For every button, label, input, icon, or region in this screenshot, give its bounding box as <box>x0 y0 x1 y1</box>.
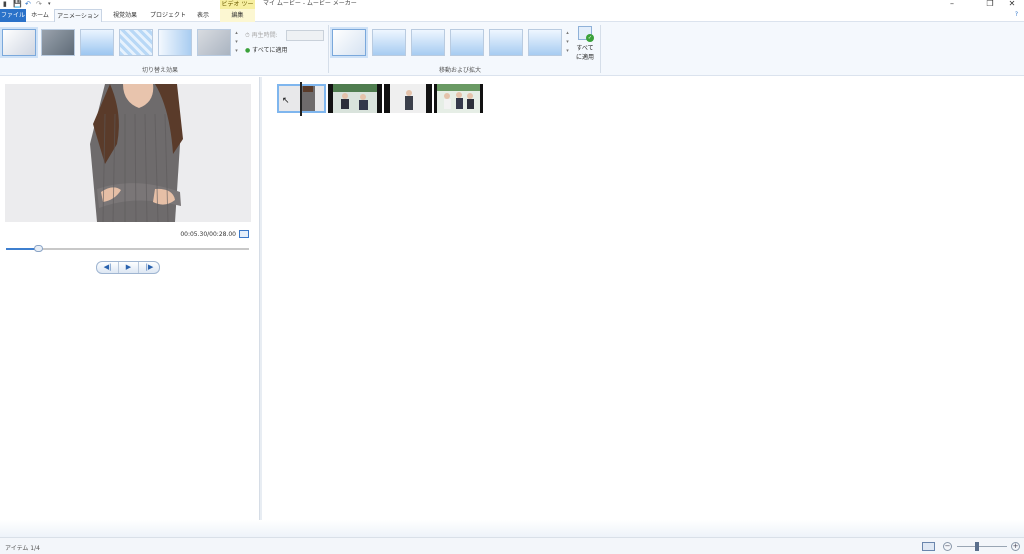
preview-monitor[interactable] <box>5 84 251 222</box>
window-title: マイ ムービー - ムービー メーカー <box>263 0 357 7</box>
mouse-pointer-icon: ↖ <box>282 96 290 106</box>
thumbnail-size-icon[interactable] <box>922 542 935 551</box>
duration-label: ⏱ 再生時間: <box>245 31 278 40</box>
panzoom-gallery-scroll[interactable]: ▴ ▾ ▾ <box>564 29 571 58</box>
transitions-gallery-scroll[interactable]: ▴ ▾ ▾ <box>233 29 240 58</box>
title-bar: ▮ 💾 ↶ ↷ ▾ ビデオ ツール マイ ムービー - ムービー メーカー – … <box>0 0 1024 17</box>
seek-bar-thumb[interactable] <box>33 245 43 252</box>
panzoom-apply-all-button[interactable]: ✓ すべて に適用 <box>574 26 596 66</box>
preview-pane: 00:05.30/00:28.00 ◀| ▶ |▶ <box>0 77 259 520</box>
ribbon-tabs: ファイル ホーム アニメーション 視覚効果 プロジェクト 表示 編集 ? <box>0 9 1024 22</box>
seek-bar[interactable] <box>6 245 249 252</box>
playback-position-indicator[interactable] <box>300 82 302 116</box>
tab-file[interactable]: ファイル <box>0 9 26 22</box>
item-count-text: アイテム 1/4 <box>5 545 40 552</box>
close-button[interactable]: ✕ <box>1000 0 1024 9</box>
playback-controls: ◀| ▶ |▶ <box>96 261 160 274</box>
save-icon[interactable]: 💾 <box>13 0 22 8</box>
timecode-display: 00:05.30/00:28.00 <box>180 231 236 238</box>
zoom-out-button[interactable]: − <box>943 542 952 551</box>
storyboard-clip-2[interactable] <box>328 84 382 113</box>
storyboard-clip-4[interactable] <box>434 84 483 113</box>
transitions-group-label: 切り替え効果 <box>141 67 178 74</box>
panzoom-apply-all-label-1: すべて <box>576 45 594 52</box>
preview-image <box>5 84 251 222</box>
tab-project[interactable]: プロジェクト <box>148 9 188 22</box>
duration-select[interactable] <box>286 30 324 41</box>
minimize-button[interactable]: – <box>940 0 964 9</box>
transition-none-thumb[interactable] <box>2 29 36 56</box>
zoom-in-button[interactable]: + <box>1011 542 1020 551</box>
storyboard-clip-3[interactable] <box>384 84 432 113</box>
fullscreen-preview-icon[interactable] <box>239 230 249 238</box>
apply-all-icon: ● <box>245 47 251 54</box>
redo-icon[interactable]: ↷ <box>36 0 42 8</box>
play-button[interactable]: ▶ <box>118 262 139 273</box>
tab-visual-effects[interactable]: 視覚効果 <box>106 9 144 22</box>
apply-all-icon: ✓ <box>578 26 594 42</box>
zoom-slider-thumb[interactable] <box>975 542 979 551</box>
group-divider <box>600 25 601 73</box>
customize-quick-access-icon[interactable]: ▾ <box>48 0 51 8</box>
transition-mosaic-thumb[interactable] <box>119 29 153 56</box>
clip-4-thumbnail <box>437 84 480 113</box>
panzoom-none-thumb[interactable] <box>332 29 366 56</box>
transitions-apply-all[interactable]: ● すべてに適用 <box>245 46 288 55</box>
panzoom-up-right-thumb[interactable] <box>489 29 523 56</box>
panzoom-up-center-thumb[interactable] <box>450 29 484 56</box>
zoom-slider[interactable] <box>957 546 1007 547</box>
app-menu-icon[interactable]: ▮ <box>3 0 7 8</box>
previous-frame-button[interactable]: ◀| <box>97 262 118 273</box>
tab-edit[interactable]: 編集 <box>220 9 255 22</box>
transition-reveal-thumb[interactable] <box>80 29 114 56</box>
panzoom-apply-all-label-2: に適用 <box>575 54 594 61</box>
tab-view[interactable]: 表示 <box>192 9 214 22</box>
storyboard: ↖ <box>262 77 1024 520</box>
transition-crossfade-thumb[interactable] <box>41 29 75 56</box>
video-tools-context-label: ビデオ ツール <box>220 0 255 17</box>
help-icon[interactable]: ? <box>1015 11 1018 18</box>
content-bottom-band <box>0 520 1024 537</box>
undo-icon[interactable]: ↶ <box>25 0 31 8</box>
transitions-apply-all-label: すべてに適用 <box>252 47 288 54</box>
tab-animations[interactable]: アニメーション <box>54 9 102 22</box>
panzoom-auto-thumb[interactable] <box>372 29 406 56</box>
group-divider <box>328 25 329 73</box>
transition-dissolve-thumb[interactable] <box>197 29 231 56</box>
maximize-button[interactable]: ❐ <box>978 0 1002 9</box>
panzoom-center-thumb[interactable] <box>528 29 562 56</box>
clip-3-thumbnail <box>390 84 426 113</box>
clock-icon: ⏱ <box>245 32 250 39</box>
transition-cinematic-thumb[interactable] <box>158 29 192 56</box>
ribbon-animations: ▴ ▾ ▾ ⏱ 再生時間: ● すべてに適用 切り替え効果 ▴ ▾ ▾ ✓ すべて に適… <box>0 22 1024 76</box>
duration-text: 再生時間: <box>251 32 278 39</box>
status-bar: アイテム 1/4 − + <box>0 537 1024 554</box>
movie-maker-window: ▮ 💾 ↶ ↷ ▾ ビデオ ツール マイ ムービー - ムービー メーカー – … <box>0 0 1024 554</box>
panzoom-group-label: 移動および拡大 <box>438 67 481 74</box>
panzoom-up-left-thumb[interactable] <box>411 29 445 56</box>
next-frame-button[interactable]: |▶ <box>139 262 160 273</box>
tab-home[interactable]: ホーム <box>28 9 52 22</box>
clip-2-thumbnail <box>333 84 377 113</box>
seek-bar-progress <box>6 248 38 250</box>
